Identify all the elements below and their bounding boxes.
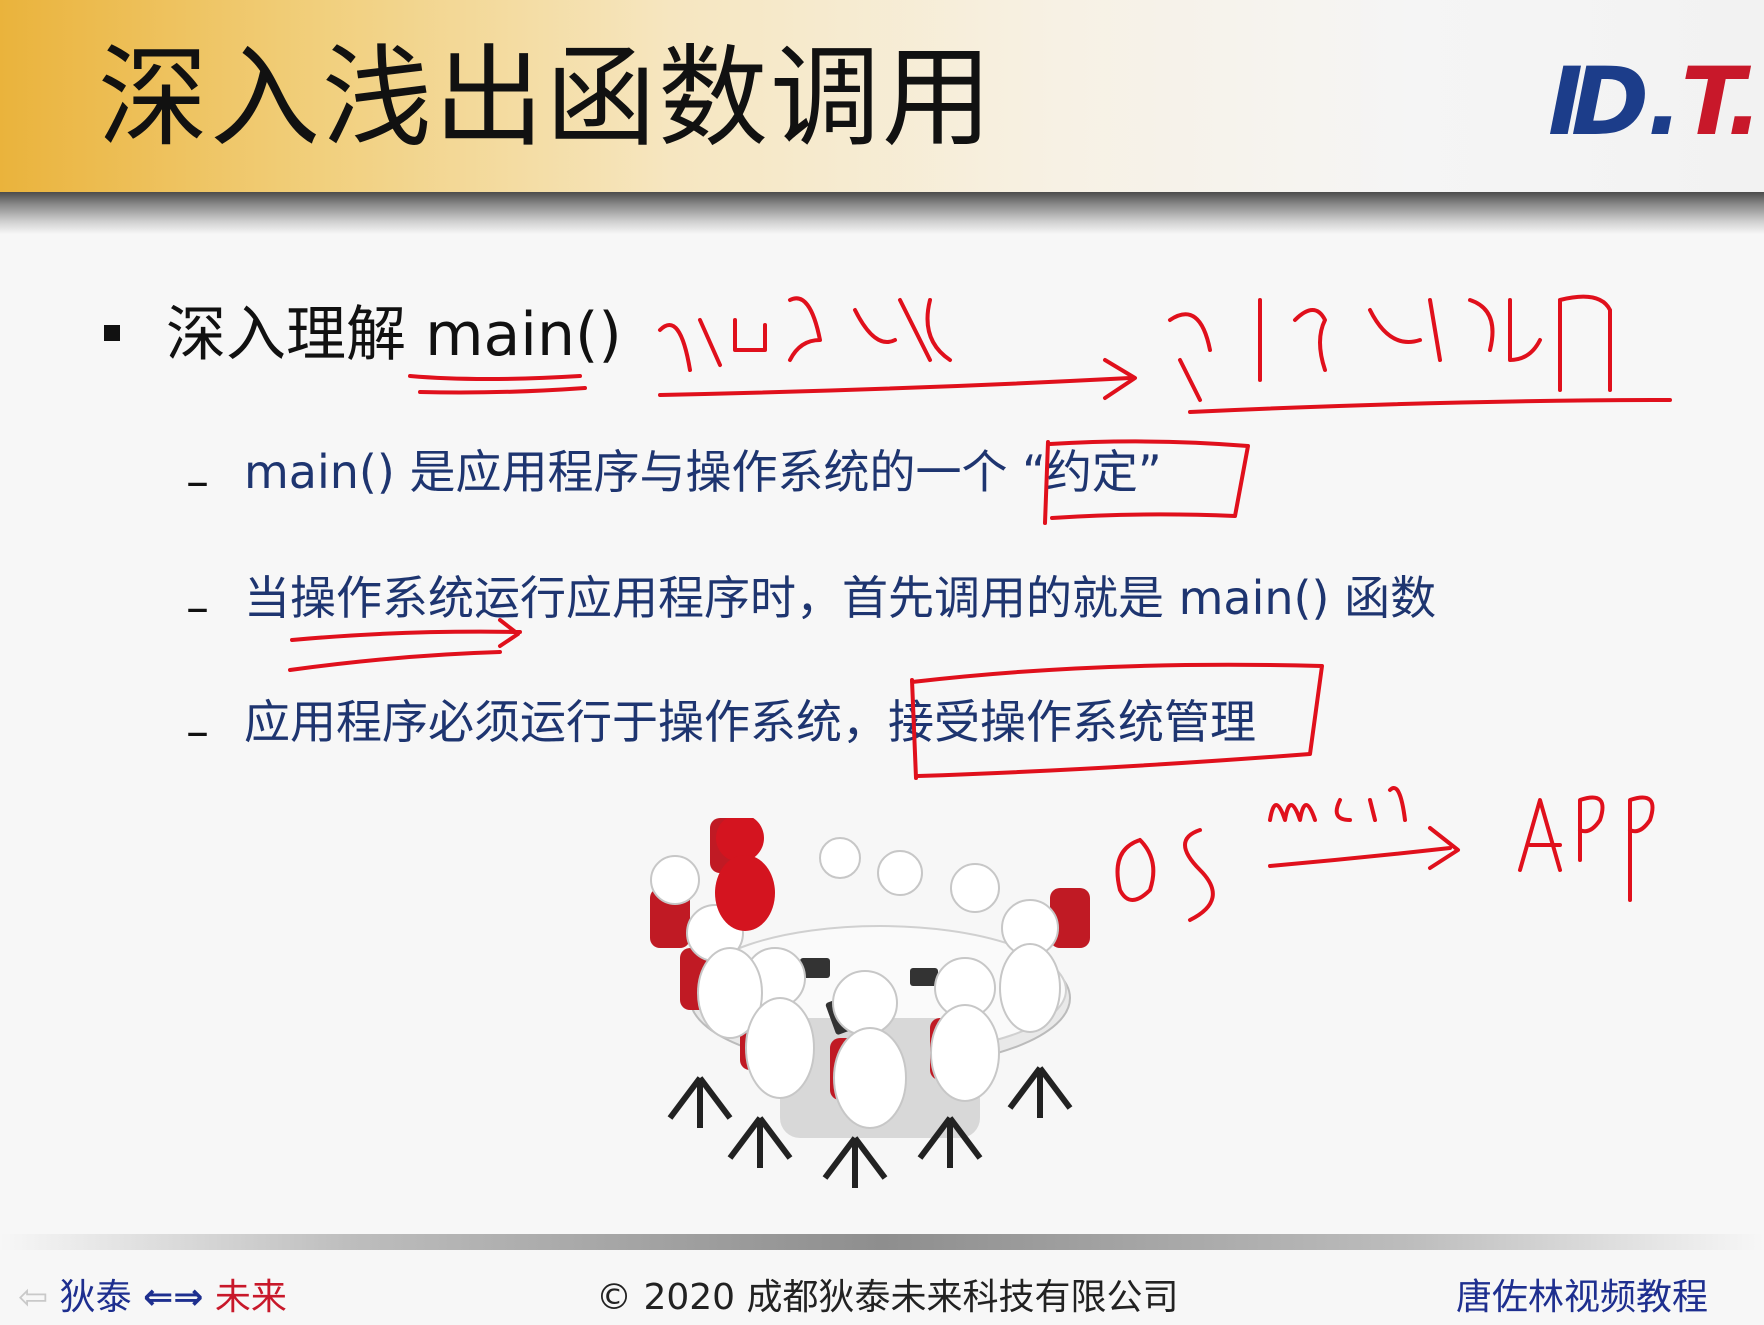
dash-3: – bbox=[186, 704, 209, 758]
header-shadow bbox=[0, 192, 1764, 234]
footer-series: 唐佐林视频教程 bbox=[1455, 1277, 1708, 1318]
footer-brand-a: 狄泰 bbox=[59, 1277, 132, 1318]
dash-1: – bbox=[186, 454, 209, 508]
sub-point-1: main() 是应用程序与操作系统的一个 “约定” bbox=[244, 445, 1162, 499]
bullet-square bbox=[104, 325, 120, 341]
underline-main bbox=[408, 374, 582, 381]
dt-logo: ID.T. bbox=[1548, 48, 1763, 157]
footer-brand-b: 未来 bbox=[214, 1277, 287, 1318]
slide-title: 深入浅出函数调用 bbox=[98, 34, 994, 162]
sub-point-2: 当操作系统运行应用程序时，首先调用的就是 main() 函数 bbox=[244, 571, 1437, 625]
dash-2: – bbox=[186, 580, 209, 634]
double-arrow-icon: ⇐⇒ bbox=[143, 1277, 204, 1318]
meeting-illustration bbox=[650, 818, 1090, 1188]
sub-point-3: 应用程序必须运行于操作系统，接受操作系统管理 bbox=[244, 695, 1256, 749]
logo-d: D. bbox=[1570, 48, 1683, 157]
logo-t: T. bbox=[1680, 48, 1763, 157]
footer-brand: ⇦ 狄泰 ⇐⇒ 未来 bbox=[18, 1268, 287, 1320]
footer-copyright: © 2020 成都狄泰未来科技有限公司 bbox=[596, 1277, 1179, 1318]
footer-divider bbox=[0, 1234, 1764, 1250]
ghost-arrow-icon: ⇦ bbox=[18, 1277, 60, 1318]
main-point: 深入理解 main() bbox=[166, 300, 622, 370]
